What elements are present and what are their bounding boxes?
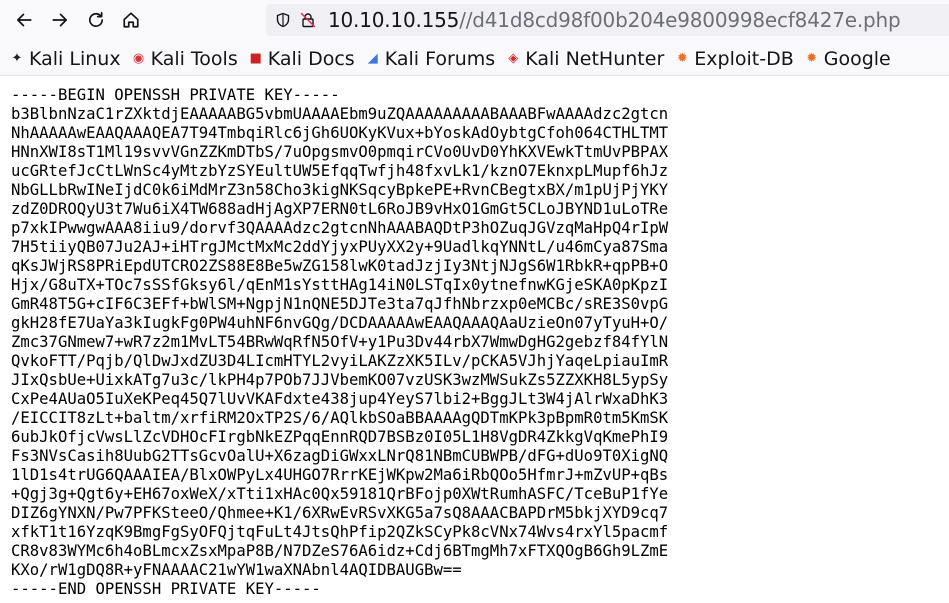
google-icon: ✹ <box>806 50 818 66</box>
back-button[interactable] <box>9 5 39 35</box>
key-text-line: CR8v83WYMc6h4oBLmcxZsxMpaP8B/N7DZeS76A6i… <box>11 542 669 560</box>
key-text-line: xfkT1t16YzqK9BmgFgSyOFQjtqFuLt4JtsQhPfip… <box>11 523 669 541</box>
key-text-line: 1lD1s4trUG6QAAAIEA/BlxOWPyLx4UHGO7RrrKEj… <box>11 466 669 484</box>
key-text-line: NbGLLbRwINeIjdC0k6iMdMrZ3n58Cho3kigNKSqc… <box>11 181 669 199</box>
kali-docs-icon: ■ <box>249 50 262 66</box>
home-button[interactable] <box>116 5 146 35</box>
insecure-connection-lock-icon[interactable] <box>300 12 316 28</box>
url-path: //d41d8cd98f00b204e9800998ecf8427e.php <box>459 8 901 32</box>
address-bar[interactable]: 10.10.10.155//d41d8cd98f00b204e9800998ec… <box>266 4 949 36</box>
key-text-line: ucGRtefJcCtLWnSc4yMtzbYzSYEultUW5EfqqTwf… <box>11 162 669 180</box>
url-text[interactable]: 10.10.10.155//d41d8cd98f00b204e9800998ec… <box>328 4 901 36</box>
key-text-line: KXo/rW1gDQ8R+yFNAAAAC21wYW1waXNAbnl4AQID… <box>11 561 462 579</box>
key-text-line: Zmc37GNmew7+wR7z2m1MvLT54BRwWqRfN5OfV+y1… <box>11 333 669 351</box>
bookmark-item[interactable]: ◉ Kali Tools <box>131 45 238 73</box>
key-text-line: NhAAAAAwEAAQAAAQEA7T94TmbqiRlc6jGh6UOKyK… <box>11 124 669 142</box>
home-icon <box>123 12 139 28</box>
kali-dragon-icon: ✦ <box>11 50 23 66</box>
key-text-line: JIxQsbUe+UixkATg7u3c/lkPH4p7POb7JJVbemKO… <box>11 371 669 389</box>
key-text-line: GmR48T5G+cIF6C3EFf+bWlSM+NgpjN1nQNE5DJTe… <box>11 295 669 313</box>
url-host: 10.10.10.155 <box>328 8 460 32</box>
key-text-line: 7H5tiiyQB07Ju2AJ+iHTrgJMctMxMc2ddYjyxPUy… <box>11 238 669 256</box>
bookmarks-toolbar: ✦ Kali Linux ◉ Kali Tools ■ Kali Docs ◢ Kali Fo… <box>0 42 949 76</box>
bookmark-label: Exploit-DB <box>694 47 794 70</box>
key-text-line: +Qgj3g+Qgt6y+EH67oxWeX/xTti1xHAc0Qx59181… <box>11 485 669 503</box>
bookmark-label: Kali Tools <box>150 47 238 70</box>
key-text-line: HNnXWI8sT1Ml19svvVGnZZKmDTbS/7uOpgsmvO0p… <box>11 143 669 161</box>
key-text-line: 6ubJkOfjcVwsLlZcVDHOcFIrgbNkEZPqqEnnRQD7… <box>11 428 669 446</box>
key-text-line: qKsJWjRS8PRiEpdUTCRO2ZS88E8Be5wZG158lwK0… <box>11 257 669 275</box>
kali-tools-icon: ◉ <box>132 50 145 66</box>
bookmark-label: Kali Linux <box>29 47 121 70</box>
key-text-line: CxPe4AUaO5IuXeKPeq45Q7lUvVKAFdxte438jup4… <box>11 390 669 408</box>
key-text-line: Hjx/G8uTX+TOc7sSSfGksy6l/qEnM1sYsttHAg14… <box>11 276 669 294</box>
bookmark-label: Kali Forums <box>384 47 496 70</box>
key-text-line: DIZ6gYNXN/Pw7PFKSteeO/Qhmee+K1/6XRwEvRSv… <box>11 504 669 522</box>
tracking-protection-shield-icon[interactable] <box>275 12 291 28</box>
bookmark-item[interactable]: ■ Kali Docs <box>248 45 355 73</box>
key-text-line: -----END OPENSSH PRIVATE KEY----- <box>11 580 321 598</box>
kali-nethunter-icon: ◈ <box>508 50 519 66</box>
key-text-line: zdZ0DROQyU3t7Wu6iX4TW688adHjAgXP7ERN0tL6… <box>11 200 669 218</box>
kali-forums-icon: ◢ <box>367 50 378 66</box>
exploit-db-icon: ✹ <box>676 50 688 66</box>
bookmark-item[interactable]: ✹ Google <box>804 45 891 73</box>
bookmark-label: Kali Docs <box>267 47 355 70</box>
bookmark-item[interactable]: ✹ Exploit-DB <box>674 45 794 73</box>
key-text-line: p7xkIPwwgwAAA8iiu9/dorvf3QAAAAdzc2gtcnNh… <box>11 219 669 237</box>
browser-toolbar: 10.10.10.155//d41d8cd98f00b204e9800998ec… <box>0 0 949 42</box>
arrow-right-icon <box>52 13 68 27</box>
bookmark-label: Kali NetHunter <box>525 47 665 70</box>
arrow-left-icon <box>16 13 32 27</box>
key-text-line: b3BlbnNzaC1rZXktdjEAAAAABG5vbmUAAAAEbm9u… <box>11 105 669 123</box>
key-text-line: gkH28fE7UaYa3kIugkFg0PW4uhNF6nvGQg/DCDAA… <box>11 314 669 332</box>
key-text-line: QvkoFTT/Pqjb/QlDwJxdZU3D4LIcmHTYL2vyiLAK… <box>11 352 669 370</box>
key-text-line: /EICCIT8zLt+baltm/xrfiRM2OxTP2S/6/AQlkbS… <box>11 409 669 427</box>
forward-button[interactable] <box>45 5 75 35</box>
bookmark-item[interactable]: ◢ Kali Forums <box>365 45 496 73</box>
key-text-line: -----BEGIN OPENSSH PRIVATE KEY----- <box>11 86 340 104</box>
bookmark-label: Google <box>823 47 891 70</box>
page-content: -----BEGIN OPENSSH PRIVATE KEY----- b3Blb… <box>11 86 949 603</box>
reload-button[interactable] <box>81 5 111 35</box>
bookmark-item[interactable]: ✦ Kali Linux <box>9 45 121 73</box>
key-text-line: Fs3NVsCasih8UubG2TTsGcvOalU+X6zagDiGWxxL… <box>11 447 669 465</box>
bookmark-item[interactable]: ◈ Kali NetHunter <box>505 45 664 73</box>
reload-icon <box>88 11 104 27</box>
